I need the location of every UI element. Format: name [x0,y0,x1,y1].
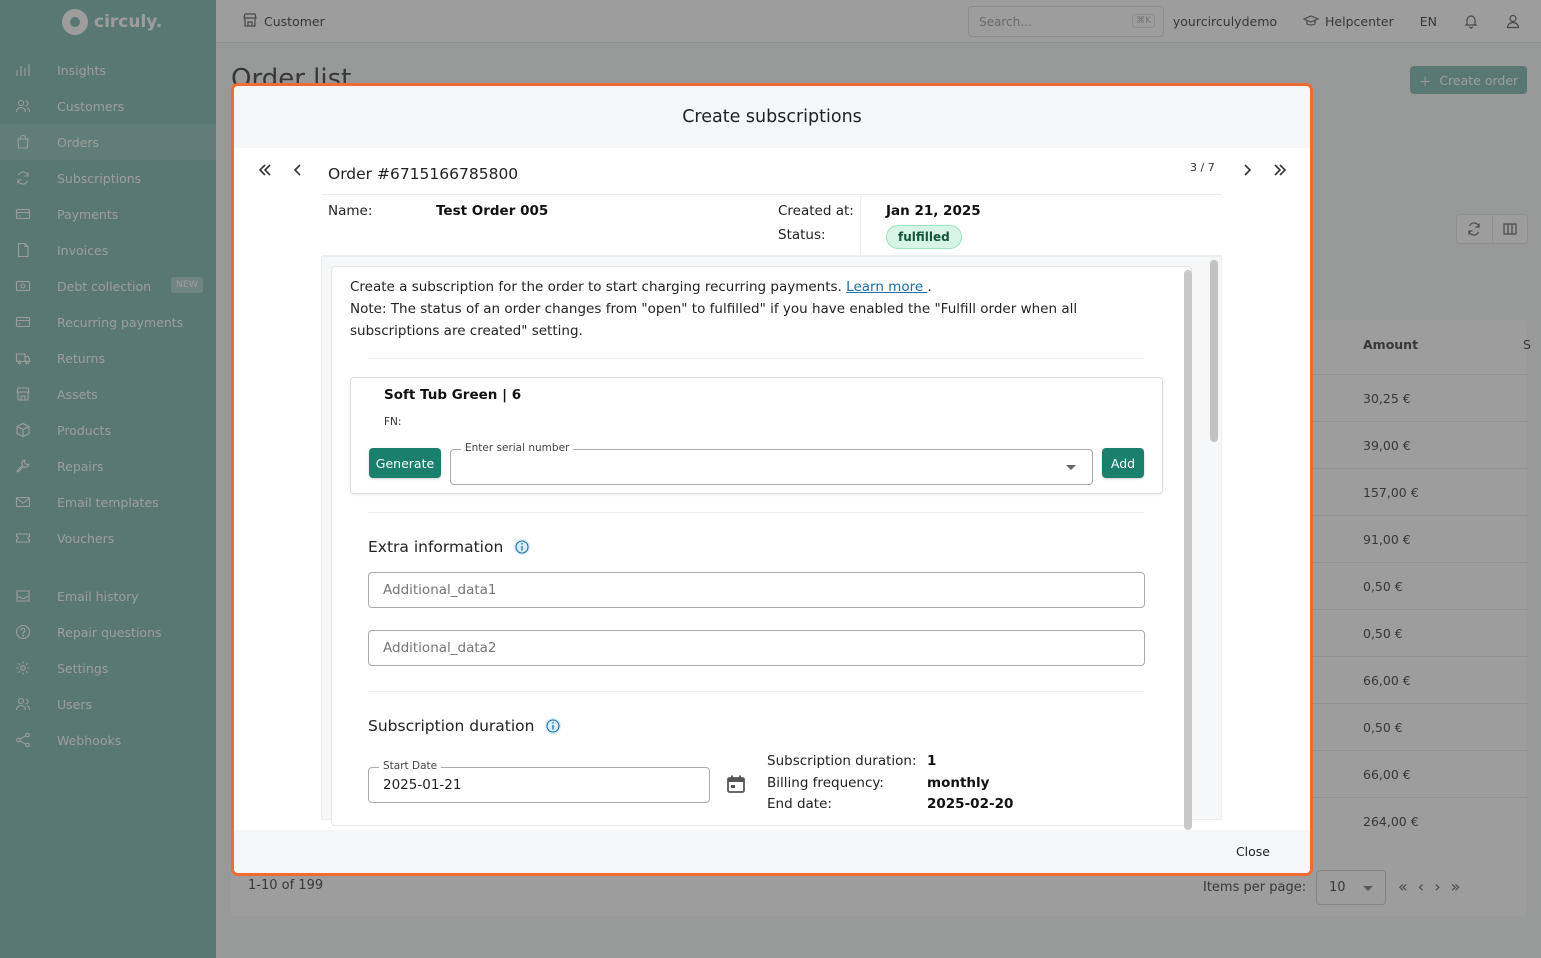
status-badge: fulfilled [886,225,962,249]
info-icon[interactable] [544,717,562,735]
info-divider [860,195,861,257]
billing-frequency-value: monthly [927,775,990,791]
extra-information-title: Extra information [368,538,531,556]
created-label: Created at: [778,203,854,219]
end-date-label: End date: [767,796,832,812]
intro-text: Create a subscription for the order to s… [350,276,1160,342]
inner-scrollbar[interactable] [1184,270,1192,830]
dialog-title: Create subscriptions [234,86,1310,148]
intro-note: Note: The status of an order changes fro… [350,301,1078,339]
prev-order-icon[interactable] [286,158,310,182]
order-page-count: 3 / 7 [1190,161,1215,174]
info-icon[interactable] [513,538,531,556]
product-fn: FN: [384,416,402,428]
learn-more-link[interactable]: Learn more [846,279,927,295]
duration-label: Subscription duration: [767,753,917,769]
extra-information-label: Extra information [368,538,504,556]
start-date-label: Start Date [379,760,442,772]
dialog-footer: Close [234,830,1310,873]
additional-data1-input[interactable] [368,572,1145,608]
serial-number-label: Enter serial number [461,442,574,454]
add-button[interactable]: Add [1102,448,1144,478]
order-title: Order #6715166785800 [328,165,519,183]
product-item: Soft Tub Green | 6 FN: Generate Enter se… [350,377,1163,494]
status-label: Status: [778,227,826,243]
end-date-value: 2025-02-20 [927,796,1014,812]
outer-scrollbar[interactable] [1210,260,1218,442]
name-value: Test Order 005 [436,203,549,219]
intro-description: Create a subscription for the order to s… [350,279,842,295]
close-button[interactable]: Close [1236,844,1270,859]
subscription-duration-label: Subscription duration [368,717,535,735]
first-order-icon[interactable] [253,158,277,182]
additional-data2-input[interactable] [368,630,1145,666]
duration-value: 1 [927,753,937,769]
calendar-icon[interactable] [725,773,747,795]
start-date-input[interactable]: Start Date 2025-01-21 [368,760,710,803]
serial-number-select[interactable]: Enter serial number [450,442,1093,485]
billing-frequency-label: Billing frequency: [767,775,884,791]
divider [368,691,1144,692]
subscription-duration-title: Subscription duration [368,717,562,735]
name-label: Name: [328,203,373,219]
product-name: Soft Tub Green | 6 [384,387,522,403]
generate-button[interactable]: Generate [369,448,441,478]
created-value: Jan 21, 2025 [886,203,981,219]
create-subscriptions-dialog: Create subscriptions Order #671516678580… [231,83,1313,876]
last-order-icon[interactable] [1268,158,1292,182]
start-date-value: 2025-01-21 [383,777,462,793]
divider [368,358,1144,359]
divider [368,512,1144,513]
caret-down-icon [1066,465,1076,470]
next-order-icon[interactable] [1235,158,1259,182]
intro-dot: . [927,279,932,295]
